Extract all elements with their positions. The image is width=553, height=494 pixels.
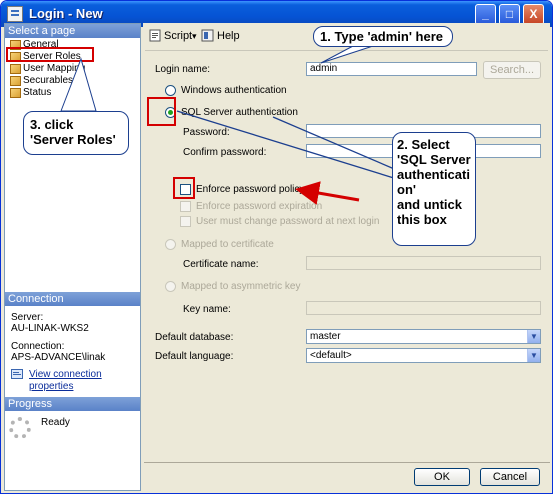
enforce-policy-arrow: [295, 181, 360, 205]
callout-2-line: authenticati: [397, 167, 470, 182]
callout-2-line: this box: [397, 212, 447, 227]
callout-3: 3. click 'Server Roles': [23, 111, 129, 155]
callout-2-line: and untick: [397, 197, 463, 212]
callout-3-pointer: [60, 57, 97, 112]
callout-2-line: 2. Select: [397, 137, 450, 152]
callout-3-line: 3. click: [30, 117, 74, 132]
callout-2-line-b: [272, 116, 400, 172]
annotation-arrows: [60, 45, 400, 205]
callout-2-line: 'SQL Server: [397, 152, 471, 167]
login-new-window: Login - New _ □ X Select a page General …: [0, 0, 553, 494]
callout-1-text: 1. Type 'admin' here: [320, 29, 443, 44]
callout-2-line: on': [397, 182, 416, 197]
callout-1-pointer: [320, 45, 374, 64]
callout-2-line-a: [176, 110, 398, 180]
callout-2: 2. Select 'SQL Server authenticati on' a…: [392, 132, 476, 246]
callout-3-line: 'Server Roles': [30, 132, 116, 147]
callout-1: 1. Type 'admin' here: [313, 26, 453, 47]
